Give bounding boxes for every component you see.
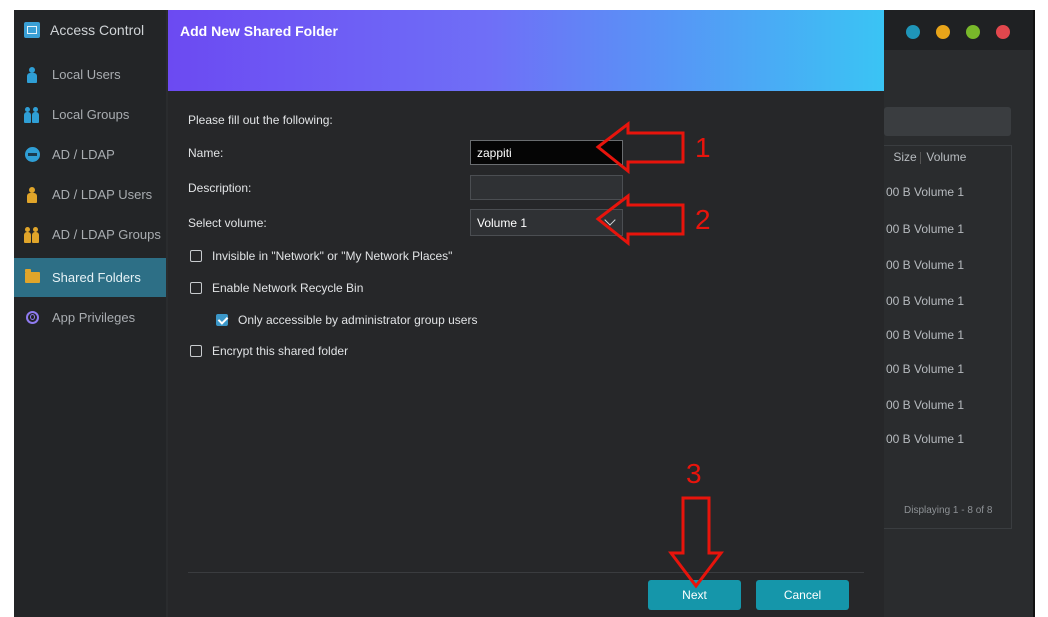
annotation-step-1: 1 bbox=[695, 132, 711, 163]
annotation-step-3: 3 bbox=[686, 458, 702, 489]
annotation-overlay bbox=[595, 120, 725, 589]
annotation-step-2: 2 bbox=[695, 204, 711, 235]
annotation-arrow-1 bbox=[595, 120, 685, 175]
annotation-arrow-3 bbox=[667, 496, 725, 589]
annotation-arrow-2 bbox=[595, 192, 685, 247]
